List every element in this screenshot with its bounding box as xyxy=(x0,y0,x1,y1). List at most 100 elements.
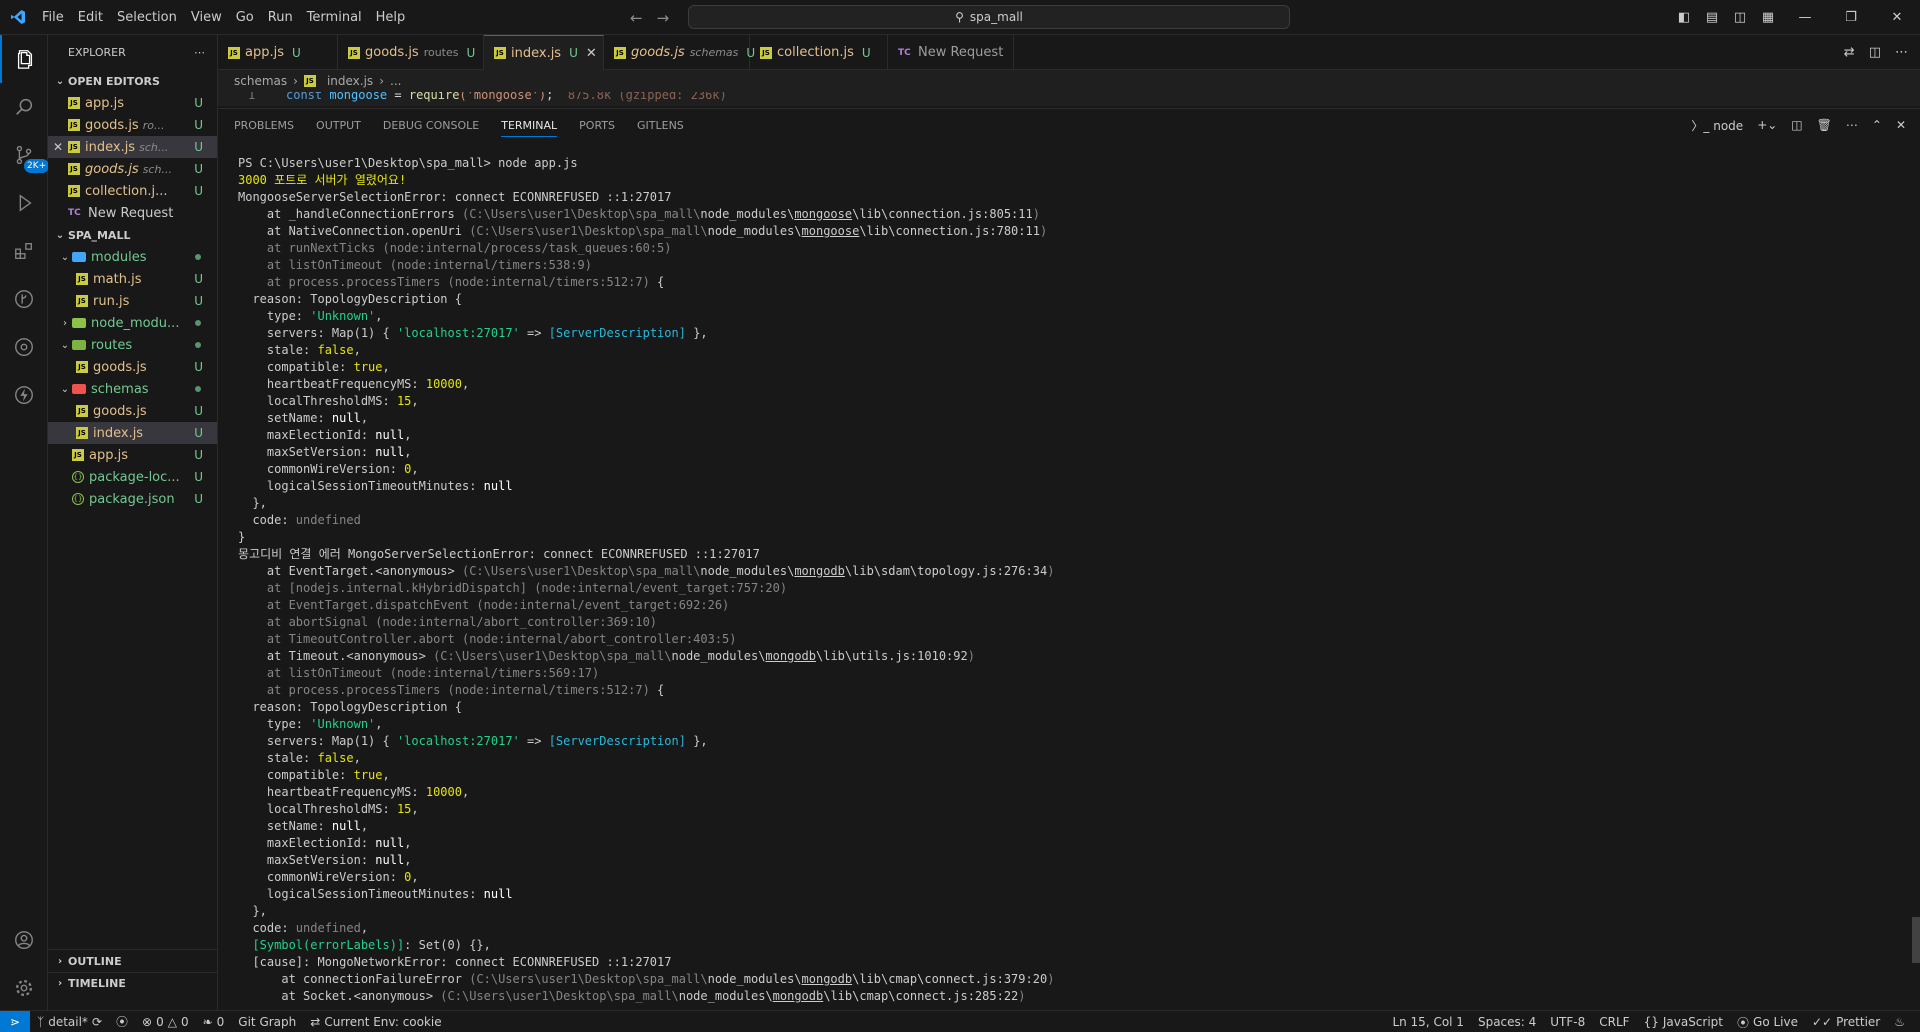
manage-gear-icon[interactable] xyxy=(0,964,48,1012)
breadcrumb-folder[interactable]: schemas xyxy=(234,74,287,88)
file-routes-goods-js[interactable]: JS goods.js U xyxy=(48,356,217,378)
close-window-button[interactable]: ✕ xyxy=(1874,10,1920,25)
tab-index-js[interactable]: JS index.js U ✕ xyxy=(484,35,604,70)
terminal-shell-selector[interactable]: 〉_ node xyxy=(1691,117,1743,134)
menu-run[interactable]: Run xyxy=(261,0,300,35)
restore-button[interactable]: ❐ xyxy=(1828,10,1874,25)
more-actions-icon[interactable]: ⋯ xyxy=(1895,45,1908,60)
cursor-position[interactable]: Ln 15, Col 1 xyxy=(1385,1015,1471,1029)
ports-item[interactable]: ❧ 0 xyxy=(196,1015,232,1029)
project-section[interactable]: ⌄ SPA_MALL xyxy=(48,224,217,246)
close-editor-icon[interactable]: ✕ xyxy=(48,140,68,154)
tab-terminal[interactable]: TERMINAL xyxy=(501,114,558,137)
menu-go[interactable]: Go xyxy=(229,0,261,35)
tab-debug-console[interactable]: DEBUG CONSOLE xyxy=(383,119,479,132)
open-editors-section[interactable]: ⌄ OPEN EDITORS xyxy=(48,70,217,92)
menu-file[interactable]: File xyxy=(35,0,71,35)
tab-goods-routes[interactable]: JS goods.js routes U xyxy=(338,35,484,70)
close-panel-icon[interactable]: ✕ xyxy=(1896,118,1906,132)
terminal-line: setName: null, xyxy=(238,410,1898,427)
menu-help[interactable]: Help xyxy=(369,0,413,35)
indentation[interactable]: Spaces: 4 xyxy=(1471,1015,1543,1029)
breadcrumb-symbol[interactable]: ... xyxy=(390,74,401,88)
file-schemas-index-js[interactable]: JS index.js U xyxy=(48,422,217,444)
gitlens-item[interactable]: ⦿ xyxy=(109,1013,135,1030)
tab-output[interactable]: OUTPUT xyxy=(316,119,361,132)
prettier-item[interactable]: ✓✓ Prettier xyxy=(1805,1015,1887,1029)
terminal-text: (C:\Users\user1\Desktop\spa_mall\ xyxy=(461,207,701,221)
problems-item[interactable]: ⊗ 0 △ 0 xyxy=(135,1015,196,1029)
open-editor-app-js[interactable]: JS app.js U xyxy=(48,92,217,114)
file-math-js[interactable]: JS math.js U xyxy=(48,268,217,290)
accounts-icon[interactable] xyxy=(0,916,48,964)
tab-collection-js[interactable]: JS collection.js U xyxy=(750,35,888,70)
terminal-text: , xyxy=(382,360,390,374)
open-editor-new-request[interactable]: TC New Request xyxy=(48,202,217,224)
file-package-json[interactable]: {} package.json U xyxy=(48,488,217,510)
git-graph-item[interactable]: Git Graph xyxy=(231,1015,303,1029)
git-graph-activity-icon[interactable] xyxy=(0,275,48,323)
gitlens-activity-icon[interactable] xyxy=(0,323,48,371)
file-schemas-goods-js[interactable]: JS goods.js U xyxy=(48,400,217,422)
timeline-section[interactable]: › TIMELINE xyxy=(48,972,217,994)
source-control-activity-icon[interactable]: 2K+ xyxy=(0,131,50,179)
run-debug-activity-icon[interactable] xyxy=(0,179,48,227)
terminal-scrollbar[interactable] xyxy=(1912,917,1920,963)
open-editor-goods-routes[interactable]: JS goods.js ro... U xyxy=(48,114,217,136)
maximize-panel-icon[interactable]: ⌃ xyxy=(1872,118,1882,132)
thunder-client-activity-icon[interactable] xyxy=(0,371,48,419)
kill-terminal-icon[interactable]: 🗑 xyxy=(1817,118,1832,132)
breadcrumb-file[interactable]: index.js xyxy=(327,74,373,88)
git-branch-item[interactable]: ᛉ detail* ⟳ xyxy=(30,1015,109,1029)
tab-app-js[interactable]: JS app.js U xyxy=(218,35,338,70)
open-editor-collection-js[interactable]: JS collection.j... U xyxy=(48,180,217,202)
encoding[interactable]: UTF-8 xyxy=(1543,1015,1592,1029)
terminal-text: logicalSessionTimeoutMinutes: xyxy=(238,479,484,493)
tab-ports[interactable]: PORTS xyxy=(579,119,615,132)
file-package-lock-json[interactable]: {} package-loc... U xyxy=(48,466,217,488)
new-terminal-icon[interactable]: +⌄ xyxy=(1757,118,1777,132)
forward-arrow-icon[interactable]: → xyxy=(657,9,670,27)
customize-layout-icon[interactable]: ▦ xyxy=(1754,10,1782,25)
extensions-activity-icon[interactable] xyxy=(0,227,48,275)
env-item[interactable]: ⇄ Current Env: cookie xyxy=(303,1015,448,1029)
tab-gitlens[interactable]: GITLENS xyxy=(637,119,684,132)
tab-goods-schemas[interactable]: JS goods.js schemas U xyxy=(604,35,755,70)
menu-terminal[interactable]: Terminal xyxy=(300,0,369,35)
file-app-js[interactable]: JS app.js U xyxy=(48,444,217,466)
notifications-item[interactable]: ♨ xyxy=(1887,1015,1912,1029)
end-of-line[interactable]: CRLF xyxy=(1592,1015,1636,1029)
split-editor-icon[interactable]: ◫ xyxy=(1869,45,1881,60)
folder-routes[interactable]: ⌄ routes xyxy=(48,334,217,356)
compare-changes-icon[interactable]: ⇄ xyxy=(1844,45,1855,60)
open-editor-goods-schemas[interactable]: JS goods.js sch... U xyxy=(48,158,217,180)
folder-schemas[interactable]: ⌄ schemas xyxy=(48,378,217,400)
toggle-panel-icon[interactable]: ▤ xyxy=(1698,10,1726,25)
editor-code-area[interactable]: 1 const mongoose = require('mongoose'); … xyxy=(218,92,1920,106)
outline-section[interactable]: › OUTLINE xyxy=(48,950,217,972)
folder-node-modules[interactable]: › node_modu... xyxy=(48,312,217,334)
explorer-activity-icon[interactable] xyxy=(0,35,48,83)
more-actions-icon[interactable]: ⋯ xyxy=(194,46,205,59)
more-actions-icon[interactable]: ⋯ xyxy=(1846,118,1858,132)
folder-modules[interactable]: ⌄ modules xyxy=(48,246,217,268)
close-tab-icon[interactable]: ✕ xyxy=(586,46,597,61)
file-run-js[interactable]: JS run.js U xyxy=(48,290,217,312)
search-activity-icon[interactable] xyxy=(0,83,48,131)
tab-new-request[interactable]: TC New Request xyxy=(888,35,1014,70)
command-center-search[interactable]: ⚲ spa_mall xyxy=(688,5,1290,29)
minimize-button[interactable]: — xyxy=(1782,10,1828,25)
language-mode[interactable]: {} JavaScript xyxy=(1637,1015,1730,1029)
tab-problems[interactable]: PROBLEMS xyxy=(234,119,294,132)
split-terminal-icon[interactable]: ◫ xyxy=(1791,118,1802,132)
open-editor-index-js[interactable]: ✕ JS index.js sch... U xyxy=(48,136,217,158)
menu-selection[interactable]: Selection xyxy=(110,0,184,35)
toggle-sidebar-icon[interactable]: ◧ xyxy=(1670,10,1698,25)
menu-edit[interactable]: Edit xyxy=(71,0,110,35)
menu-view[interactable]: View xyxy=(184,0,229,35)
go-live-button[interactable]: ⦿ Go Live xyxy=(1730,1014,1805,1031)
terminal-output[interactable]: PS C:\Users\user1\Desktop\spa_mall> node… xyxy=(238,155,1898,1005)
back-arrow-icon[interactable]: ← xyxy=(630,9,643,27)
toggle-secondary-sidebar-icon[interactable]: ◫ xyxy=(1726,10,1754,25)
remote-indicator-icon[interactable]: ⋗ xyxy=(0,1010,30,1032)
